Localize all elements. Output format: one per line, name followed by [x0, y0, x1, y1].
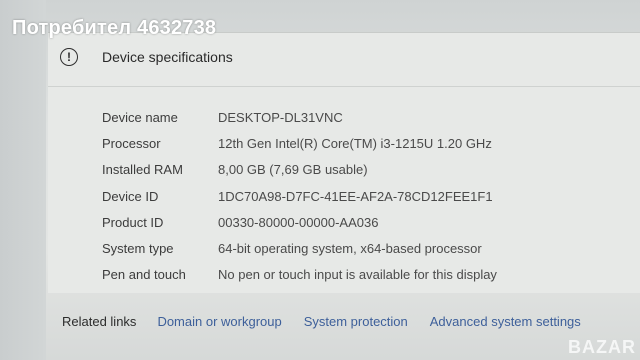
spec-label: Product ID [102, 214, 164, 230]
spec-label: Processor [102, 135, 161, 151]
advanced-system-settings-link[interactable]: Advanced system settings [430, 314, 581, 329]
spec-row-device-id: Device ID 1DC70A98-D7FC-41EE-AF2A-78CD12… [102, 183, 497, 209]
domain-or-workgroup-link[interactable]: Domain or workgroup [157, 314, 281, 329]
spec-value: 00330-80000-00000-AA036 [218, 214, 379, 230]
system-protection-link[interactable]: System protection [304, 314, 408, 329]
spec-label: Device ID [102, 188, 159, 204]
spec-row-device-name: Device name DESKTOP-DL31VNC [102, 104, 497, 130]
settings-window: Потребител 4632738 ! Device specificatio… [0, 0, 640, 360]
spec-value: 1DC70A98-D7FC-41EE-AF2A-78CD12FEE1F1 [218, 188, 493, 204]
spec-label: System type [102, 241, 174, 257]
spec-value: 8,00 GB (7,69 GB usable) [218, 162, 368, 178]
spec-row-processor: Processor 12th Gen Intel(R) Core(TM) i3-… [102, 130, 497, 156]
spec-row-system-type: System type 64-bit operating system, x64… [102, 235, 497, 261]
section-title: Device specifications [102, 49, 233, 65]
nav-strip [0, 0, 46, 360]
spec-label: Device name [102, 109, 178, 125]
related-links-label: Related links [62, 314, 137, 329]
divider [48, 86, 640, 87]
spec-label: Installed RAM [102, 162, 183, 178]
spec-value: No pen or touch input is available for t… [218, 267, 497, 283]
watermark-text: Потребител 4632738 [12, 17, 217, 39]
spec-value: 12th Gen Intel(R) Core(TM) i3-1215U 1.20… [218, 135, 492, 151]
spec-row-pen-and-touch: Pen and touch No pen or touch input is a… [102, 262, 497, 288]
spec-row-installed-ram: Installed RAM 8,00 GB (7,69 GB usable) [102, 157, 497, 183]
spec-list: Device name DESKTOP-DL31VNC Processor 12… [102, 104, 497, 288]
corner-logo: BAZAR [568, 337, 636, 357]
spec-label: Pen and touch [102, 267, 186, 283]
related-links: Related links Domain or workgroup System… [62, 314, 603, 329]
device-specifications-header[interactable]: ! Device specifications [60, 48, 233, 66]
spec-row-product-id: Product ID 00330-80000-00000-AA036 [102, 209, 497, 235]
info-icon: ! [60, 48, 78, 66]
spec-value: 64-bit operating system, x64-based proce… [218, 241, 482, 257]
spec-value: DESKTOP-DL31VNC [218, 109, 343, 125]
